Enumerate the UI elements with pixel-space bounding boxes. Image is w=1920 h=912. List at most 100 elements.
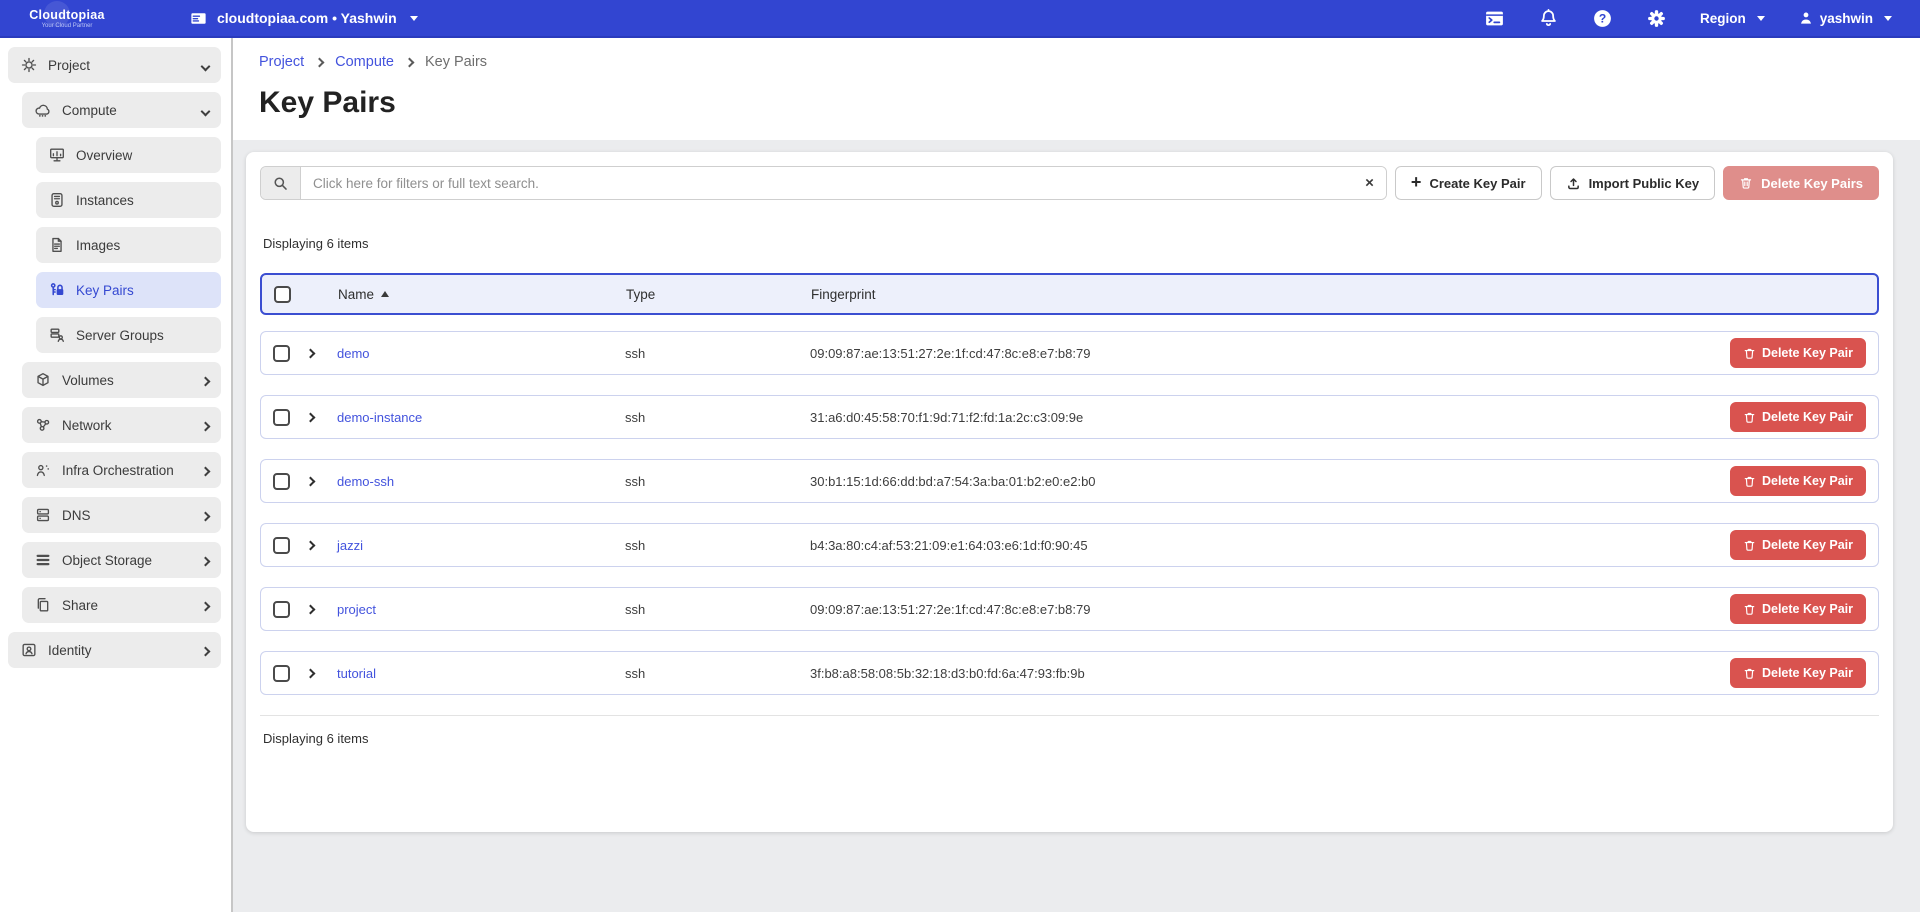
logo-title: Cloudtopiaa <box>29 8 105 22</box>
key-pair-name-link[interactable]: project <box>337 602 625 617</box>
user-label: yashwin <box>1820 11 1873 26</box>
region-label: Region <box>1700 11 1746 26</box>
column-header-fingerprint[interactable]: Fingerprint <box>811 287 1707 302</box>
key-pair-name-link[interactable]: demo-instance <box>337 410 625 425</box>
sidebar-item-project[interactable]: Project <box>8 47 221 83</box>
trash-icon <box>1743 411 1756 424</box>
trash-icon <box>1743 347 1756 360</box>
clear-search-icon[interactable]: × <box>1365 176 1374 191</box>
domain-project-label: cloudtopiaa.com • Yashwin <box>217 10 397 26</box>
select-row-checkbox[interactable] <box>273 345 290 362</box>
trash-icon <box>1743 475 1756 488</box>
user-menu[interactable]: yashwin <box>1798 10 1892 26</box>
bulk-delete-label: Delete Key Pairs <box>1761 176 1863 191</box>
key-pair-fingerprint: 09:09:87:ae:13:51:27:2e:1f:cd:47:8c:e8:e… <box>810 346 1708 361</box>
sidebar-item-identity[interactable]: Identity <box>8 632 221 668</box>
breadcrumb-compute[interactable]: Compute <box>335 54 394 70</box>
sidebar-item-object-storage[interactable]: Object Storage <box>22 542 221 578</box>
select-row-checkbox[interactable] <box>273 601 290 618</box>
svg-text:?: ? <box>1599 11 1606 25</box>
notifications-bell-icon[interactable] <box>1538 8 1559 29</box>
key-pair-name-link[interactable]: jazzi <box>337 538 625 553</box>
expand-row-icon[interactable] <box>306 412 316 422</box>
breadcrumb-project[interactable]: Project <box>259 54 304 70</box>
table-row: project ssh 09:09:87:ae:13:51:27:2e:1f:c… <box>260 587 1879 631</box>
expand-row-icon[interactable] <box>306 348 316 358</box>
server-groups-icon <box>48 326 66 344</box>
upload-icon <box>1566 176 1581 191</box>
key-pair-name-link[interactable]: tutorial <box>337 666 625 681</box>
settings-gear-icon[interactable] <box>1646 8 1667 29</box>
delete-key-pair-button[interactable]: Delete Key Pair <box>1730 594 1866 624</box>
chevron-right-icon <box>202 418 209 433</box>
domain-project-switcher[interactable]: cloudtopiaa.com • Yashwin <box>188 8 418 29</box>
sidebar-item-label: Overview <box>76 148 132 163</box>
sidebar-item-share[interactable]: Share <box>22 587 221 623</box>
expand-row-icon[interactable] <box>306 604 316 614</box>
page-title: Key Pairs <box>259 86 1920 120</box>
cloudtopiaa-logo[interactable]: Cloudtopiaa Your Cloud Partner <box>24 8 110 29</box>
sidebar-item-instances[interactable]: Instances <box>36 182 221 218</box>
items-count-top: Displaying 6 items <box>263 236 1879 251</box>
sidebar-item-images[interactable]: Images <box>36 227 221 263</box>
table-row: jazzi ssh b4:3a:80:c4:af:53:21:09:e1:64:… <box>260 523 1879 567</box>
sidebar-item-volumes[interactable]: Volumes <box>22 362 221 398</box>
key-pair-fingerprint: 31:a6:d0:45:58:70:f1:9d:71:f2:fd:1a:2c:c… <box>810 410 1708 425</box>
volumes-cube-icon <box>34 371 52 389</box>
sidebar-item-label: Share <box>62 598 98 613</box>
sidebar-item-label: Project <box>48 58 90 73</box>
key-pair-name-link[interactable]: demo <box>337 346 625 361</box>
region-dropdown[interactable]: Region <box>1700 11 1765 26</box>
select-all-checkbox[interactable] <box>274 286 291 303</box>
overview-monitor-icon <box>48 146 66 164</box>
select-row-checkbox[interactable] <box>273 537 290 554</box>
sidebar-item-label: DNS <box>62 508 91 523</box>
sidebar-item-compute[interactable]: Compute <box>22 92 221 128</box>
import-public-key-button[interactable]: Import Public Key <box>1550 166 1716 200</box>
trash-icon <box>1743 667 1756 680</box>
column-header-name[interactable]: Name <box>338 287 626 302</box>
delete-key-pair-button[interactable]: Delete Key Pair <box>1730 402 1866 432</box>
chevron-right-icon <box>202 373 209 388</box>
key-pairs-panel: × + Create Key Pair Import Public Key De… <box>246 152 1893 832</box>
key-pair-fingerprint: b4:3a:80:c4:af:53:21:09:e1:64:03:e6:1d:f… <box>810 538 1708 553</box>
sidebar-item-key-pairs[interactable]: Key Pairs <box>36 272 221 308</box>
chevron-right-icon <box>202 463 209 478</box>
expand-row-icon[interactable] <box>306 668 316 678</box>
chevron-right-icon <box>405 57 415 67</box>
user-icon <box>1798 10 1814 26</box>
search-icon <box>261 167 301 199</box>
delete-key-pair-button[interactable]: Delete Key Pair <box>1730 658 1866 688</box>
table-row: demo ssh 09:09:87:ae:13:51:27:2e:1f:cd:4… <box>260 331 1879 375</box>
column-header-type[interactable]: Type <box>626 287 811 302</box>
create-key-pair-button[interactable]: + Create Key Pair <box>1395 166 1542 200</box>
select-row-checkbox[interactable] <box>273 409 290 426</box>
project-gear-icon <box>20 56 38 74</box>
key-pair-fingerprint: 09:09:87:ae:13:51:27:2e:1f:cd:47:8c:e8:e… <box>810 602 1708 617</box>
sidebar-item-server-groups[interactable]: Server Groups <box>36 317 221 353</box>
delete-key-pair-button[interactable]: Delete Key Pair <box>1730 530 1866 560</box>
sidebar-item-overview[interactable]: Overview <box>36 137 221 173</box>
sidebar-item-label: Infra Orchestration <box>62 463 174 478</box>
search-input[interactable] <box>301 167 1386 199</box>
delete-key-pair-button[interactable]: Delete Key Pair <box>1730 466 1866 496</box>
key-pair-name-link[interactable]: demo-ssh <box>337 474 625 489</box>
sidebar-item-dns[interactable]: DNS <box>22 497 221 533</box>
help-icon[interactable]: ? <box>1592 8 1613 29</box>
select-row-checkbox[interactable] <box>273 473 290 490</box>
select-row-checkbox[interactable] <box>273 665 290 682</box>
key-pair-fingerprint: 3f:b8:a8:58:08:5b:32:18:d3:b0:fd:6a:47:9… <box>810 666 1708 681</box>
key-pair-type: ssh <box>625 538 810 553</box>
dns-servers-icon <box>34 506 52 524</box>
sidebar-item-infra-orchestration[interactable]: Infra Orchestration <box>22 452 221 488</box>
expand-row-icon[interactable] <box>306 540 316 550</box>
images-file-icon <box>48 236 66 254</box>
sidebar-item-network[interactable]: Network <box>22 407 221 443</box>
toolbar: × + Create Key Pair Import Public Key De… <box>260 166 1879 200</box>
delete-key-pair-button[interactable]: Delete Key Pair <box>1730 338 1866 368</box>
keypairs-lock-icon <box>48 281 66 299</box>
terminal-icon[interactable] <box>1484 8 1505 29</box>
bulk-delete-key-pairs-button[interactable]: Delete Key Pairs <box>1723 166 1879 200</box>
sidebar-item-label: Server Groups <box>76 328 164 343</box>
expand-row-icon[interactable] <box>306 476 316 486</box>
